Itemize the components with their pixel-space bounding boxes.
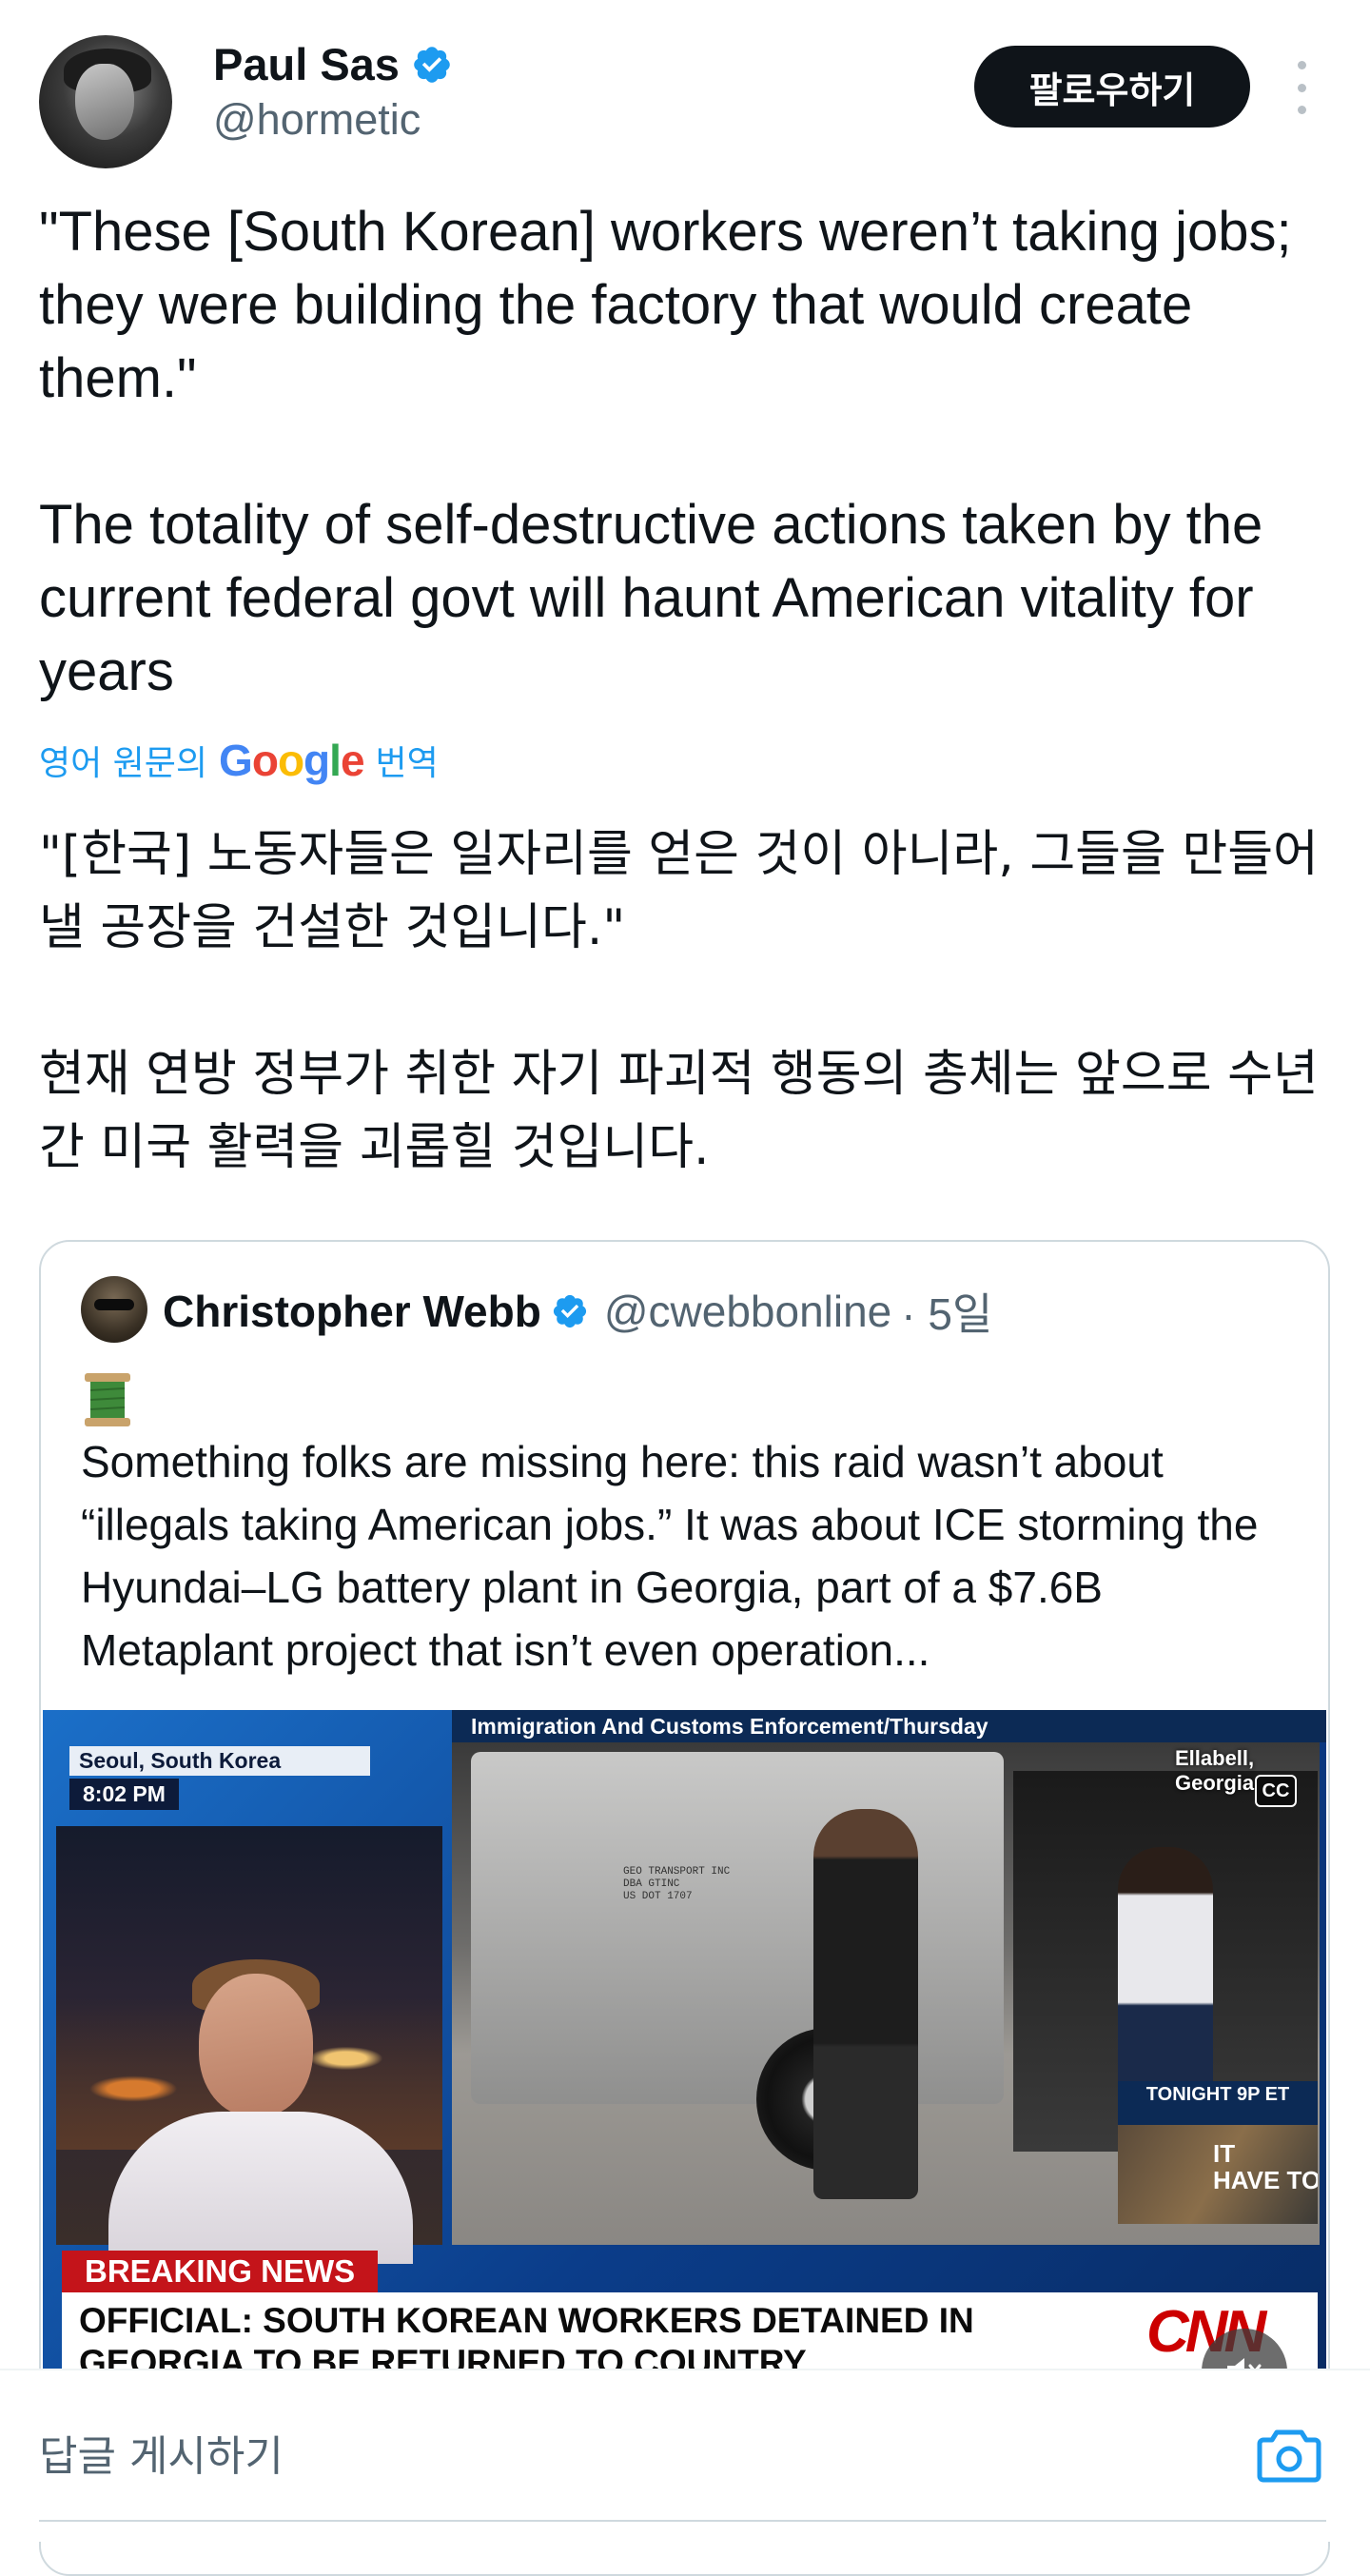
breaking-news-tag: BREAKING NEWS (62, 2251, 379, 2292)
author-handle[interactable]: @hormetic (213, 95, 421, 145)
verified-badge-icon (553, 1294, 586, 1328)
avatar-face (75, 64, 134, 140)
avatar-sunglasses (94, 1299, 134, 1310)
closed-captions-icon[interactable]: CC (1255, 1775, 1297, 1807)
anchor-shirt (108, 2112, 413, 2264)
anchor-feed (56, 1826, 442, 2264)
quoted-author-name[interactable]: Christopher Webb (163, 1286, 541, 1337)
video-location: Seoul, South Korea (69, 1746, 370, 1776)
quoted-author-handle[interactable]: @cwebbonline (604, 1286, 891, 1337)
follow-button[interactable]: 팔로우하기 (974, 46, 1250, 128)
camera-icon[interactable] (1256, 2425, 1322, 2486)
promo-box: TONIGHT 9P ET IT HAVE TO HURT (1118, 2081, 1318, 2224)
video-local-time: 8:02 PM (69, 1779, 179, 1810)
anchor-face (199, 1974, 313, 2116)
more-dot (1297, 106, 1306, 114)
footage-place: Ellabell, Georgia (1175, 1746, 1255, 1795)
bus-lettering: GEO TRANSPORT INC DBA GTINC US DOT 1707 (623, 1866, 731, 1902)
translation-attribution[interactable]: 영어 원문의 Google 번역 (39, 735, 439, 786)
translate-prefix: 영어 원문의 (39, 744, 208, 783)
author-name-row: Paul Sas (213, 38, 453, 90)
translated-text: "[한국] 노동자들은 일자리를 얻은 것이 아니라, 그들을 만들어낼 공장을… (39, 826, 1319, 1176)
quoted-header: Christopher Webb @cwebbonline · 5일 (163, 1280, 992, 1343)
translate-suffix: 번역 (375, 744, 439, 783)
promo-title: IT HAVE TO HURT (1213, 2139, 1318, 2194)
video-player[interactable]: Seoul, South Korea 8:02 PM GEO TRANSPORT… (43, 1710, 1326, 2395)
more-dot (1297, 83, 1306, 92)
worker-figure (813, 1809, 918, 2199)
bus: GEO TRANSPORT INC DBA GTINC US DOT 1707 (471, 1752, 1004, 2104)
quoted-text: Something folks are missing here: this r… (81, 1437, 1259, 1675)
google-logo: Google (219, 736, 364, 785)
verified-badge-icon (414, 46, 450, 83)
reply-divider (39, 2520, 1326, 2522)
tweet-text: "These [South Korean] workers weren’t ta… (39, 201, 1292, 702)
more-dot (1297, 61, 1306, 69)
more-options-icon[interactable] (1290, 61, 1313, 114)
quoted-author-avatar[interactable] (81, 1276, 147, 1343)
footage-caption: Immigration And Customs Enforcement/Thur… (452, 1710, 1326, 1742)
promo-subtitle (1118, 2108, 1318, 2125)
spool-of-thread-icon (85, 1373, 130, 1426)
reply-input[interactable]: 답글 게시하기 (39, 2422, 284, 2483)
author-name[interactable]: Paul Sas (213, 38, 400, 90)
promo-time: TONIGHT 9P ET (1118, 2081, 1318, 2108)
author-avatar[interactable] (39, 35, 172, 168)
quoted-timestamp[interactable]: · 5일 (901, 1280, 992, 1343)
